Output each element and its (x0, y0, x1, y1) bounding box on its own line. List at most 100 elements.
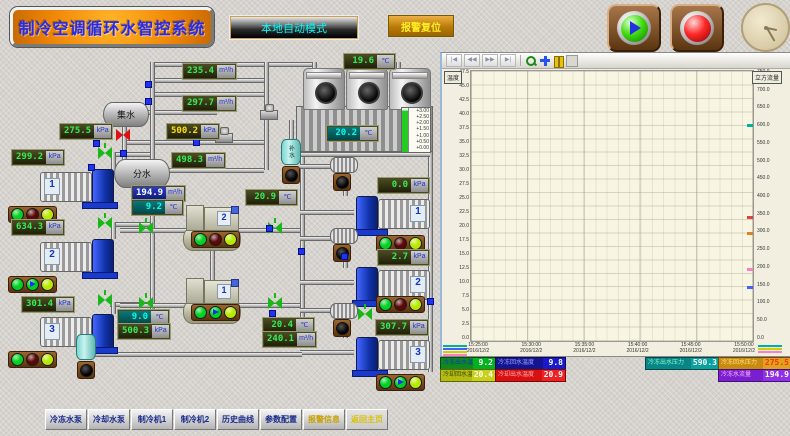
run-lamp (379, 376, 392, 389)
cooling-pump-3[interactable]: 3 (352, 336, 430, 374)
nav-button-制冷机1[interactable]: 制冷机1 (131, 409, 173, 430)
power-lamp (41, 353, 54, 366)
makeup-port[interactable] (282, 166, 300, 184)
legend-line (443, 348, 467, 350)
makeup-tank[interactable]: 补水 (281, 139, 301, 165)
axis-marker (747, 124, 753, 127)
step-forward-icon[interactable]: ▶▶ (482, 54, 498, 67)
nav-button-返回主页[interactable]: 返回主页 (346, 409, 388, 430)
pump-head (92, 239, 114, 275)
cooling-pump-1[interactable]: 1 (352, 195, 430, 233)
tick-label: 300.0 (757, 229, 770, 233)
tick-label: 40.0 (459, 112, 469, 116)
pump-head (92, 169, 114, 205)
pump-number: 1 (44, 178, 60, 195)
nav-button-报警信息[interactable]: 报警信息 (303, 409, 345, 430)
tick-label: 550.0 (757, 141, 770, 145)
skip-end-icon[interactable]: ▶| (500, 54, 516, 67)
display-unit: kPa (56, 298, 73, 311)
display-unit: ℃ (151, 311, 168, 324)
divider-tank[interactable]: 分水 (114, 159, 170, 188)
display-chilled-return-pressure: 275.5kPa (60, 124, 112, 139)
cooling-tower-1[interactable] (303, 68, 345, 110)
strainer-2 (330, 228, 358, 244)
tick-label: 50.0 (757, 318, 767, 322)
blowdown-port[interactable] (333, 319, 351, 337)
pipe-sensor (145, 81, 152, 88)
tick-label: 12.5 (459, 266, 469, 270)
pump1-discharge-valve[interactable] (98, 147, 112, 159)
display-unit: m³/h (217, 97, 235, 110)
chilled-pump-2[interactable]: 2 (40, 238, 118, 276)
pump2-discharge-valve[interactable] (98, 217, 112, 229)
tick-label: 250.0 (757, 247, 770, 251)
pipe-sensor (88, 164, 95, 171)
tower-supply-valve[interactable] (260, 110, 278, 120)
running-lamp (26, 278, 39, 291)
chilled-pump-1[interactable]: 1 (40, 168, 118, 206)
system-title-plate: 制冷空调循环水智控系统 (10, 7, 214, 47)
run-lamp (194, 233, 207, 246)
tick-label: 5.0 (462, 308, 469, 312)
collector-drain-valve[interactable] (116, 129, 130, 141)
blowdown-port[interactable] (333, 173, 351, 191)
display-unit: m³/h (217, 65, 235, 78)
nav-button-参数配置[interactable]: 参数配置 (260, 409, 302, 430)
power-lamp (409, 376, 422, 389)
zoom-icon[interactable] (525, 55, 537, 67)
strainer-1 (330, 157, 358, 173)
nav-button-制冷机2[interactable]: 制冷机2 (174, 409, 216, 430)
tick-label: 150.0 (757, 283, 770, 287)
power-lamp (409, 298, 422, 311)
nav-button-历史曲线[interactable]: 历史曲线 (217, 409, 259, 430)
summary-chip-冷却回水温度: 冷却回水温度20.4 (440, 369, 496, 382)
x-axis-labels: 15:25:00 2016/12/215:30:00 2016/12/215:3… (458, 342, 764, 354)
stop-button[interactable] (670, 4, 724, 52)
trend-plot-area[interactable] (470, 70, 754, 342)
chiller1-outlet-valve[interactable] (268, 297, 282, 309)
pause-icon[interactable] (553, 55, 564, 67)
chiller-1[interactable]: 1 (183, 278, 241, 324)
pipe (300, 280, 354, 285)
run-lamp (11, 353, 24, 366)
dosing-tank[interactable] (76, 334, 96, 360)
pipe-sensor (145, 98, 152, 105)
nav-button-冷却水泵[interactable]: 冷却水泵 (88, 409, 130, 430)
drain-port[interactable] (77, 361, 95, 379)
status-lights-chiller-2 (191, 231, 240, 248)
display-value: 235.4 (184, 65, 217, 78)
running-lamp (209, 306, 222, 319)
alarm-reset-button[interactable]: 报警复位 (388, 15, 454, 37)
status-lights-cooling-pump-3 (376, 374, 425, 391)
legend-left (443, 345, 467, 356)
display-value: 500.3 (119, 325, 152, 338)
step-back-icon[interactable]: ◀◀ (464, 54, 480, 67)
x-axis-label: 15:30:00 2016/12/2 (511, 342, 551, 354)
display-value: 240.1 (264, 333, 297, 346)
pipe (95, 352, 302, 357)
left-axis-ticks: 47.545.042.540.037.535.032.530.027.525.0… (443, 70, 471, 340)
skip-start-icon[interactable]: |◀ (446, 54, 462, 67)
display-cooling-pump2-pressure: 2.7kPa (378, 250, 429, 265)
display-value: 9.0 (119, 311, 151, 324)
chiller-2[interactable]: 2 (183, 205, 241, 251)
pump-number: 3 (410, 346, 426, 363)
tick-label: 100.0 (757, 300, 770, 304)
pan-icon[interactable] (539, 55, 551, 67)
display-chiller1-cool-flow: 240.1m³/h (263, 332, 316, 347)
display-unit: m³/h (166, 187, 184, 200)
pump-number: 1 (410, 205, 426, 222)
run-lamp (379, 237, 392, 250)
cooling-tower-2[interactable] (346, 68, 388, 110)
cooling-tower-3[interactable] (389, 68, 431, 110)
tick-label: 10.0 (459, 280, 469, 284)
nav-button-冷冻水泵[interactable]: 冷冻水泵 (45, 409, 87, 430)
pump-number: 2 (410, 276, 426, 293)
fan-icon (358, 82, 380, 104)
pump3-discharge-valve[interactable] (98, 294, 112, 306)
snapshot-icon[interactable] (566, 55, 578, 67)
start-button[interactable] (607, 4, 661, 52)
suction-valve[interactable] (358, 308, 372, 320)
chiller1-inlet-valve[interactable] (139, 297, 153, 309)
chiller2-inlet-valve[interactable] (139, 222, 153, 234)
